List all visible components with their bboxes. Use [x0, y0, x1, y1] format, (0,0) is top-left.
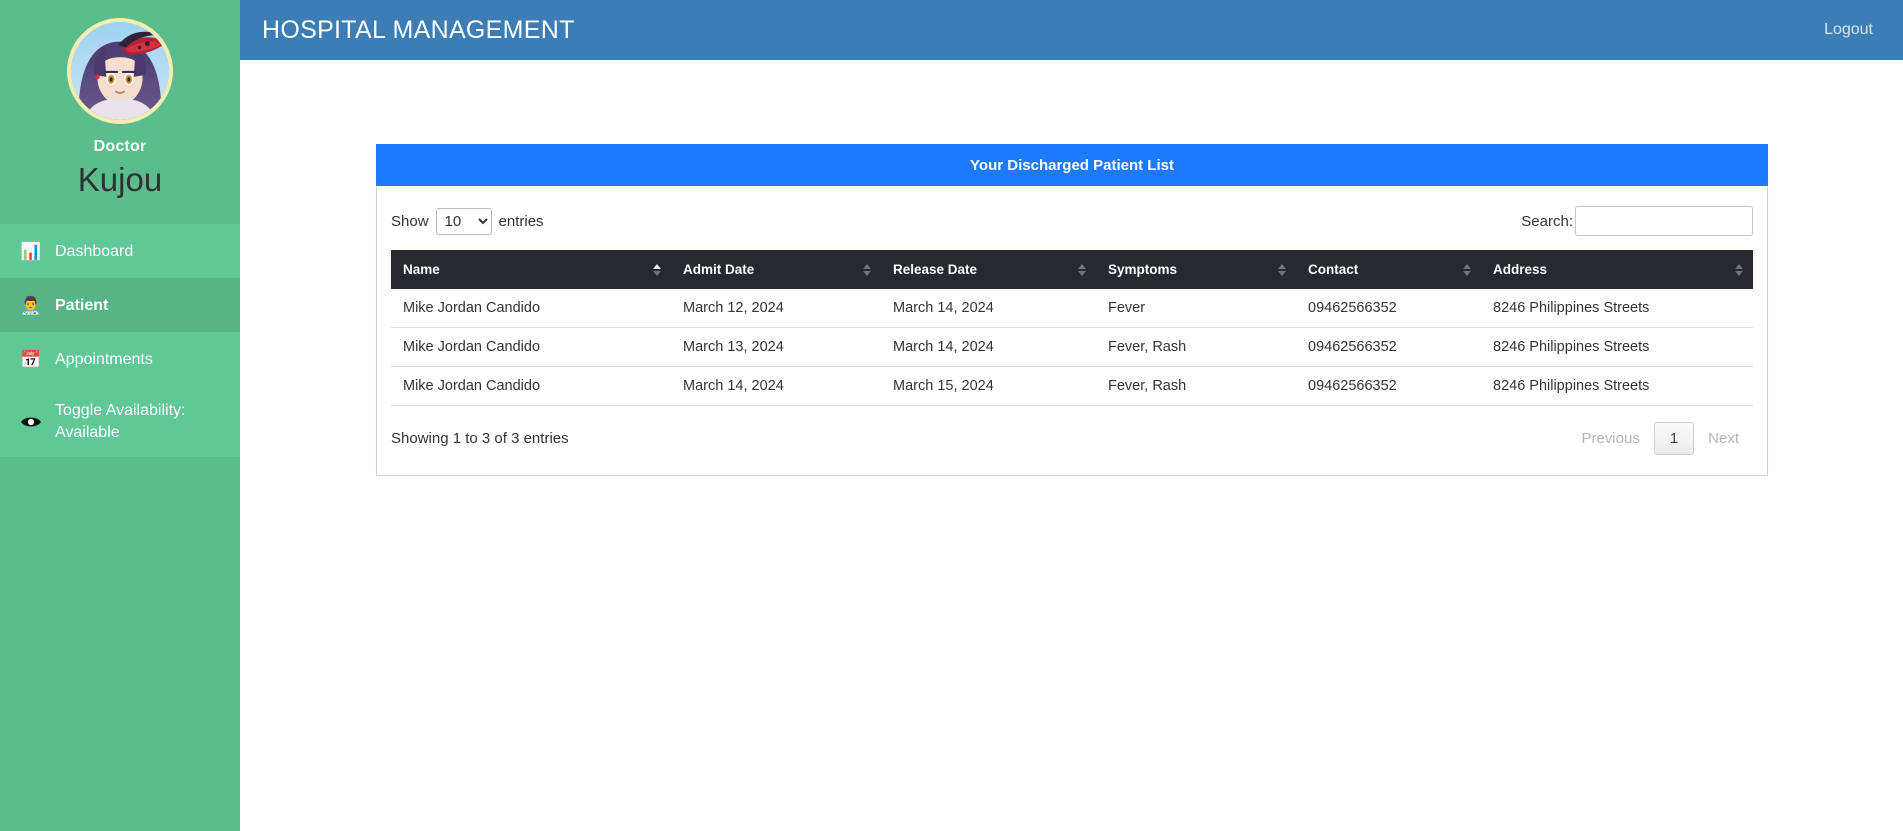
column-label-contact: Contact — [1308, 262, 1359, 277]
profile-role: Doctor — [93, 138, 147, 155]
sidebar-item-toggle-availability[interactable]: Toggle Availability: Available — [0, 386, 240, 458]
sort-indicator-address — [1735, 263, 1743, 276]
column-header-address[interactable]: Address — [1481, 250, 1753, 289]
table-row[interactable]: Mike Jordan Candido March 12, 2024 March… — [391, 289, 1753, 328]
cell-symptoms: Fever, Rash — [1096, 327, 1296, 367]
cell-address: 8246 Philippines Streets — [1481, 289, 1753, 328]
cell-admit-date: March 14, 2024 — [671, 366, 881, 406]
column-label-name: Name — [403, 262, 440, 277]
pagination-page-1[interactable]: 1 — [1653, 422, 1695, 455]
cell-admit-date: March 12, 2024 — [671, 289, 881, 328]
topbar: HOSPITAL MANAGEMENT Logout — [240, 0, 1903, 60]
cell-admit-date: March 13, 2024 — [671, 327, 881, 367]
page-length-select[interactable]: 10 25 50 100 — [435, 207, 492, 235]
search-control: Search: — [1521, 206, 1753, 236]
sort-indicator-symptoms — [1278, 263, 1286, 276]
page-title: HOSPITAL MANAGEMENT — [262, 15, 575, 44]
table-row[interactable]: Mike Jordan Candido March 14, 2024 March… — [391, 366, 1753, 406]
cell-contact: 09462566352 — [1296, 327, 1481, 367]
column-header-symptoms[interactable]: Symptoms — [1096, 250, 1296, 289]
logout-link[interactable]: Logout — [1824, 21, 1873, 39]
column-header-release-date[interactable]: Release Date — [881, 250, 1096, 289]
search-input[interactable] — [1575, 206, 1753, 236]
calendar-icon: 📅 — [20, 349, 42, 369]
app-root: Doctor Kujou 📊 Dashboard 👨‍⚕️ Patient 📅 … — [0, 0, 1903, 831]
datatable-controls: Show 10 25 50 100 entries Search: — [391, 202, 1753, 250]
main-content: Your Discharged Patient List Show 10 25 … — [240, 60, 1903, 831]
sidebar: Doctor Kujou 📊 Dashboard 👨‍⚕️ Patient 📅 … — [0, 0, 240, 831]
column-header-name[interactable]: Name — [391, 250, 671, 289]
sidebar-item-appointments[interactable]: 📅 Appointments — [0, 332, 240, 387]
sidebar-nav: 📊 Dashboard 👨‍⚕️ Patient 📅 Appointments — [0, 224, 240, 458]
column-header-contact[interactable]: Contact — [1296, 250, 1481, 289]
datatable-footer: Showing 1 to 3 of 3 entries Previous 1 N… — [391, 406, 1753, 469]
sidebar-item-patient[interactable]: 👨‍⚕️ Patient — [0, 278, 240, 333]
sidebar-item-dashboard[interactable]: 📊 Dashboard — [0, 224, 240, 279]
search-label: Search: — [1521, 212, 1573, 230]
cell-name: Mike Jordan Candido — [391, 366, 671, 406]
cell-symptoms: Fever, Rash — [1096, 366, 1296, 406]
cell-address: 8246 Philippines Streets — [1481, 327, 1753, 367]
cell-address: 8246 Philippines Streets — [1481, 366, 1753, 406]
cell-release-date: March 14, 2024 — [881, 289, 1096, 328]
sort-indicator-admit-date — [863, 263, 871, 276]
column-label-release-date: Release Date — [893, 262, 978, 277]
column-header-admit-date[interactable]: Admit Date — [671, 250, 881, 289]
cell-contact: 09462566352 — [1296, 366, 1481, 406]
cell-name: Mike Jordan Candido — [391, 289, 671, 328]
cell-release-date: March 15, 2024 — [881, 366, 1096, 406]
show-label: Show — [391, 212, 429, 230]
sidebar-item-label-appointments: Appointments — [55, 350, 153, 368]
cell-release-date: March 14, 2024 — [881, 327, 1096, 367]
cell-symptoms: Fever — [1096, 289, 1296, 328]
entries-info: Showing 1 to 3 of 3 entries — [391, 430, 569, 447]
sidebar-item-label-patient: Patient — [55, 296, 109, 314]
profile-name: Kujou — [77, 161, 163, 198]
discharged-patient-panel: Your Discharged Patient List Show 10 25 … — [376, 144, 1768, 476]
page-length-control: Show 10 25 50 100 entries — [391, 207, 544, 235]
column-label-address: Address — [1493, 262, 1548, 277]
table-header-row: Name Admit Date Release Date Symptoms Co… — [391, 250, 1753, 289]
table-head: Name Admit Date Release Date Symptoms Co… — [391, 250, 1753, 289]
avatar — [67, 18, 173, 124]
pagination-next[interactable]: Next — [1694, 422, 1753, 455]
sort-indicator-release-date — [1078, 263, 1086, 276]
cell-contact: 09462566352 — [1296, 289, 1481, 328]
sidebar-profile: Doctor Kujou — [0, 0, 240, 225]
column-label-admit-date: Admit Date — [683, 262, 755, 277]
sidebar-item-label-toggle-availability: Toggle Availability: Available — [55, 402, 186, 441]
pagination: Previous 1 Next — [1567, 422, 1753, 455]
sort-indicator-contact — [1463, 263, 1471, 276]
column-label-symptoms: Symptoms — [1108, 262, 1178, 277]
patient-person-icon: 👨‍⚕️ — [20, 295, 42, 315]
table-body: Mike Jordan Candido March 12, 2024 March… — [391, 289, 1753, 406]
sort-indicator-name — [653, 263, 661, 276]
eye-toggle-icon — [20, 411, 42, 433]
panel-body: Show 10 25 50 100 entries Search: — [377, 186, 1767, 475]
discharged-patients-table: Name Admit Date Release Date Symptoms Co… — [391, 250, 1753, 406]
sidebar-item-label-dashboard: Dashboard — [55, 242, 134, 260]
table-row[interactable]: Mike Jordan Candido March 13, 2024 March… — [391, 327, 1753, 367]
entries-label: entries — [498, 212, 544, 230]
panel-title: Your Discharged Patient List — [376, 144, 1768, 186]
cell-name: Mike Jordan Candido — [391, 327, 671, 367]
chart-dashboard-icon: 📊 — [20, 241, 42, 261]
pagination-previous[interactable]: Previous — [1567, 422, 1653, 455]
